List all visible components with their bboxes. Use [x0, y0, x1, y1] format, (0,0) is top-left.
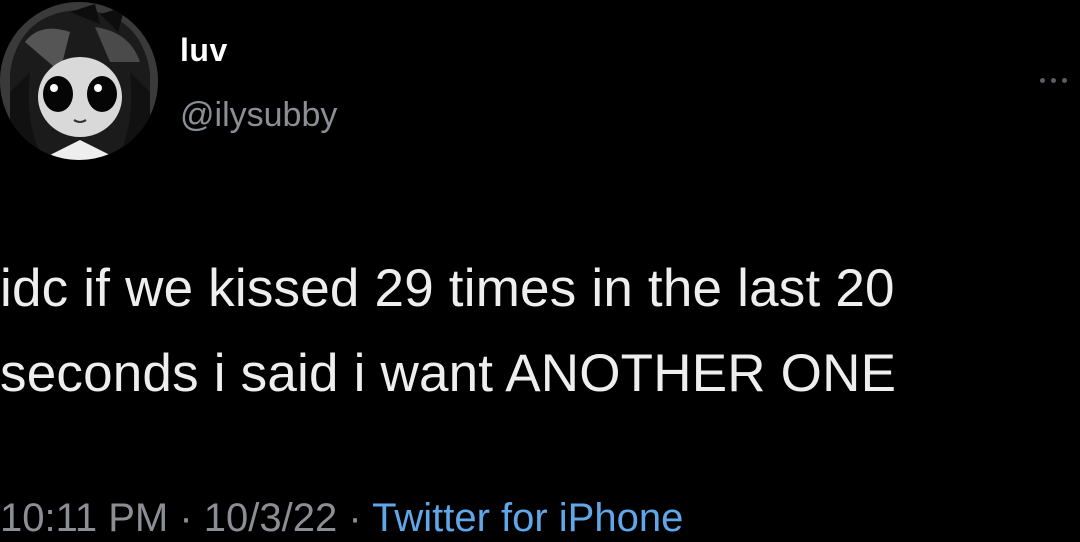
tweet-text: idc if we kissed 29 times in the last 20… [0, 259, 897, 403]
anime-avatar-icon[interactable] [0, 2, 158, 160]
meta-separator: · [168, 496, 204, 540]
meta-separator: · [337, 496, 373, 540]
display-name[interactable]: luv [180, 32, 228, 69]
tweet-time[interactable]: 10:11 PM [0, 496, 168, 540]
tweet-meta: 10:11 PM · 10/3/22 · Twitter for iPhone [0, 494, 683, 542]
tweet-date[interactable]: 10/3/22 [204, 496, 337, 540]
more-dot [1062, 77, 1067, 83]
more-dot [1051, 77, 1056, 83]
tweet-source-link[interactable]: Twitter for iPhone [372, 496, 683, 540]
tweet: luv @ilysubby idc if we kissed 29 times … [0, 0, 1080, 540]
more-horizontal-icon[interactable] [1040, 74, 1076, 86]
user-handle[interactable]: @ilysubby [180, 96, 337, 135]
more-dot [1040, 77, 1045, 83]
